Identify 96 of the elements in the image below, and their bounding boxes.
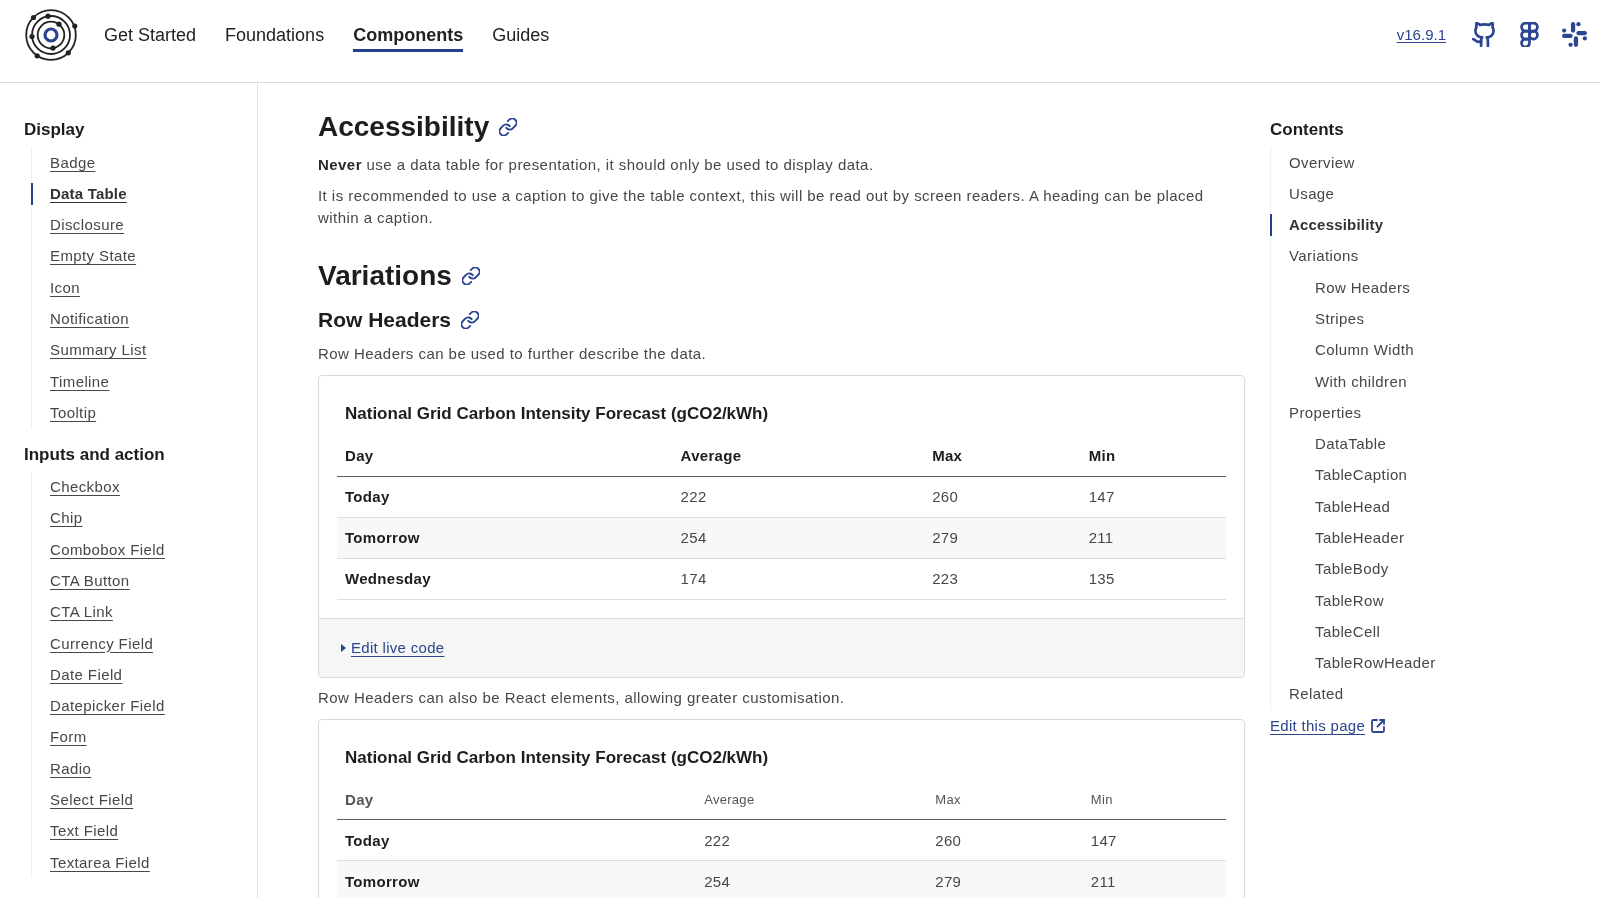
contents-link[interactable]: TableCell (1297, 620, 1381, 643)
table-caption: National Grid Carbon Intensity Forecast (gCO2/kWh) (344, 746, 770, 769)
sidebar-link[interactable]: Select Field (31, 789, 134, 811)
contents-link[interactable]: Stripes (1297, 308, 1365, 331)
section-heading: Variations (318, 259, 452, 293)
edit-code-link[interactable]: Edit live code (341, 636, 445, 659)
paragraph: It is recommended to use a caption to give the table context, this will be read out by screen readers. A heading can be placed within a caption. (318, 186, 1205, 228)
table-cell: 260 (924, 476, 1081, 517)
row-header: Tomorrow (337, 860, 697, 898)
external-link-icon (1371, 719, 1386, 734)
contents-link[interactable]: Variations (1270, 245, 1359, 268)
link-icon[interactable] (499, 118, 518, 136)
table-cell: 147 (1080, 476, 1226, 517)
column-header: Min (1082, 779, 1226, 820)
slack-icon[interactable] (1562, 22, 1587, 47)
table-cell: 222 (696, 819, 928, 861)
sidebar-link[interactable]: Chip (31, 507, 83, 530)
sidebar-link[interactable]: Currency Field (31, 632, 154, 655)
row-header: Tomorrow (337, 517, 673, 558)
sidebar-link[interactable]: Badge (31, 151, 96, 174)
contents-link[interactable]: TableBody (1297, 558, 1389, 581)
sidebar-link[interactable]: Disclosure (31, 214, 125, 237)
link-icon[interactable] (461, 311, 480, 329)
column-header: Max (924, 436, 1081, 476)
section-heading: Accessibility (318, 110, 490, 144)
column-header: Min (1080, 436, 1226, 476)
figma-icon[interactable] (1520, 22, 1539, 47)
contents-link[interactable]: Accessibility (1270, 214, 1384, 237)
orbit-logo-icon[interactable] (24, 7, 78, 62)
sidebar-link[interactable]: Datepicker Field (31, 695, 165, 718)
column-header: Day (337, 436, 673, 476)
sidebar-link[interactable]: Text Field (31, 820, 119, 843)
sidebar-link[interactable]: Textarea Field (31, 851, 150, 874)
sidebar-link[interactable]: Summary List (31, 339, 147, 362)
contents-link[interactable]: Overview (1270, 151, 1355, 174)
paragraph: Never use a data table for presentation, it should only be used to display data. (318, 155, 875, 175)
contents-link[interactable]: With children (1297, 370, 1407, 393)
contents-link[interactable]: Column Width (1297, 339, 1414, 362)
row-header: Wednesday (337, 558, 673, 599)
nav-link[interactable]: Foundations (225, 17, 325, 52)
paragraph: Row Headers can also be React elements, allowing greater customisation. (318, 687, 846, 708)
contents-link[interactable]: Related (1270, 683, 1344, 706)
sidebar-heading: Display (24, 119, 86, 141)
column-header: Day (337, 779, 697, 820)
table-cell: 174 (672, 558, 925, 599)
sidebar-link[interactable]: Date Field (31, 663, 123, 686)
table-cell: 211 (1080, 517, 1226, 558)
sidebar-link[interactable]: Tooltip (31, 401, 97, 424)
sidebar-link[interactable]: Data Table (31, 182, 127, 205)
row-header: Today (337, 819, 697, 861)
table-cell: 147 (1082, 819, 1226, 861)
edit-page-link[interactable]: Edit this page (1270, 715, 1386, 738)
sidebar-link[interactable]: Notification (31, 308, 129, 331)
contents-link[interactable]: DataTable (1297, 433, 1387, 456)
sidebar-link[interactable]: CTA Link (31, 601, 113, 624)
contents-link[interactable]: Usage (1270, 182, 1335, 205)
github-icon[interactable] (1472, 22, 1497, 47)
contents-link[interactable]: TableCaption (1297, 464, 1408, 487)
table-cell: 279 (924, 517, 1081, 558)
sidebar-link[interactable]: Icon (31, 276, 80, 299)
sidebar-heading: Inputs and action (24, 443, 166, 466)
sidebar-link[interactable]: CTA Button (31, 570, 130, 592)
contents-link[interactable]: TableRowHeader (1297, 652, 1436, 675)
contents-link[interactable]: TableRow (1297, 589, 1385, 612)
table-cell: 135 (1080, 558, 1226, 599)
sidebar-link[interactable]: Form (31, 726, 87, 749)
sidebar-link[interactable]: Checkbox (31, 476, 120, 499)
table-cell: 279 (927, 860, 1083, 898)
sidebar-link[interactable]: Empty State (31, 245, 137, 268)
sidebar-link[interactable]: Timeline (31, 370, 110, 393)
table-cell: 254 (672, 517, 925, 558)
row-header: Today (337, 476, 673, 517)
table-cell: 254 (696, 860, 928, 898)
sidebar-link[interactable]: Combobox Field (31, 538, 165, 561)
contents-link[interactable]: Properties (1270, 401, 1362, 424)
contents-link[interactable]: Row Headers (1297, 276, 1411, 299)
table-cell: 222 (672, 476, 925, 517)
table-caption: National Grid Carbon Intensity Forecast (gCO2/kWh) (344, 403, 770, 425)
column-header: Average (672, 436, 925, 476)
subsection-heading: Row Headers (318, 307, 452, 333)
paragraph: Row Headers can be used to further describe the data. (318, 344, 708, 364)
caret-icon (341, 643, 346, 652)
contents-heading: Contents (1270, 119, 1345, 141)
sidebar-link[interactable]: Radio (31, 757, 92, 780)
table-cell: 260 (927, 819, 1083, 861)
nav-link[interactable]: Get Started (104, 17, 197, 52)
link-icon[interactable] (461, 267, 480, 285)
column-header: Max (927, 779, 1083, 820)
nav-link[interactable]: Components (353, 17, 464, 52)
table-cell: 223 (924, 558, 1081, 599)
nav-link[interactable]: Guides (492, 17, 550, 52)
contents-link[interactable]: TableHeader (1297, 527, 1405, 549)
version-link[interactable]: v16.9.1 (1396, 26, 1446, 43)
table-cell: 211 (1082, 860, 1226, 898)
contents-link[interactable]: TableHead (1297, 495, 1391, 518)
column-header: Average (696, 779, 928, 820)
